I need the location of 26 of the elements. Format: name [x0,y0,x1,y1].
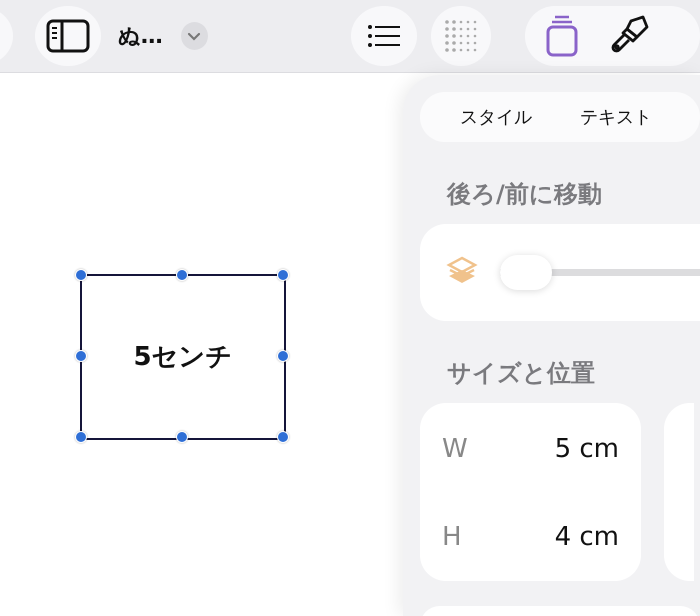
selection-handle[interactable] [176,269,188,281]
slider-thumb[interactable] [500,255,552,290]
shapes-button[interactable] [544,15,579,57]
selection-handle[interactable] [75,350,87,362]
field-label: H [442,521,462,553]
section-heading: サイズと位置 [447,358,596,389]
section-heading: 後ろ/前に移動 [447,179,603,210]
selection-handle[interactable] [277,350,289,362]
field-value[interactable]: 4 cm [554,521,619,553]
selection-handle[interactable] [176,431,188,443]
shape-text: 5センチ [133,340,233,374]
selection-handle[interactable] [75,269,87,281]
selection-handle[interactable] [277,269,289,281]
stacked-square-icon [544,15,579,57]
field-value[interactable]: 5 cm [554,433,619,465]
list-icon [368,25,400,47]
dot-grid-icon [444,19,478,53]
selection-handle[interactable] [277,431,289,443]
title-menu-button[interactable] [180,22,208,50]
chevron-down-icon [187,32,202,40]
document-title: ぬ… [118,22,163,50]
tab[interactable]: テキスト [580,104,700,130]
tab[interactable]: スタイル [460,104,580,130]
sidebar-icon [46,19,90,53]
field-label: W [442,433,468,465]
selection-handle[interactable] [75,431,87,443]
